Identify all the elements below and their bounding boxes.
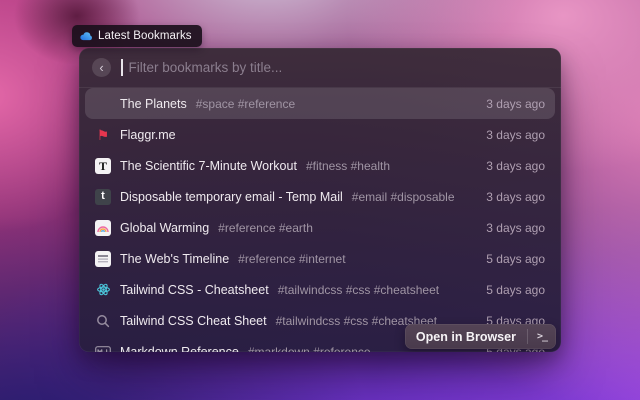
bookmark-age: 3 days ago [486, 220, 545, 235]
flag-icon: ⚑ [96, 126, 110, 143]
bookmark-title: Global Warming [120, 220, 210, 235]
chevron-left-icon: ‹ [99, 59, 104, 75]
bookmark-tags: #email #disposable [351, 189, 455, 204]
magnifier-icon [95, 313, 111, 329]
bookmark-tags: #tailwindcss #css #cheatsheet [277, 282, 440, 297]
bookmark-tags: #fitness #health [305, 158, 390, 173]
bookmark-title: The Web's Timeline [120, 251, 230, 266]
bookmark-title: The Scientific 7-Minute Workout [120, 158, 297, 173]
bookmark-title: Tailwind CSS Cheat Sheet [120, 313, 267, 328]
bookmark-title: Disposable temporary email - Temp Mail [120, 189, 343, 204]
bookmark-title: Tailwind CSS - Cheatsheet [120, 282, 269, 297]
bookmark-age: 3 days ago [486, 189, 545, 204]
text-caret [121, 59, 123, 76]
bookmark-tags: #space #reference [195, 96, 296, 111]
open-in-browser-button[interactable]: Open in Browser >_ [404, 324, 556, 349]
bookmark-title: Markdown Reference [120, 344, 239, 353]
atom-icon [95, 282, 111, 298]
nyt-favicon: T [95, 157, 111, 174]
bookmark-age: 3 days ago [486, 96, 545, 111]
list-item[interactable]: Tailwind CSS - Cheatsheet #tailwindcss #… [85, 274, 555, 305]
search-bar: ‹ [79, 48, 561, 88]
bookmark-tags: #reference #internet [238, 251, 346, 266]
bookmark-tags: #reference #earth [218, 220, 313, 235]
list-item[interactable]: The Web's Timeline #reference #internet … [85, 243, 555, 274]
bookmark-age: 5 days ago [486, 251, 545, 266]
favicon-placeholder [95, 96, 111, 112]
filter-input[interactable] [128, 60, 548, 75]
tempmail-favicon: t [95, 188, 111, 205]
window-title: Latest Bookmarks [98, 30, 192, 42]
open-in-browser-label: Open in Browser [415, 329, 516, 344]
bookmark-title: Flaggr.me [120, 127, 176, 142]
list-item[interactable]: T The Scientific 7-Minute Workout #fitne… [85, 150, 555, 181]
list-item[interactable]: ⚑ Flaggr.me 3 days ago [85, 119, 555, 150]
timeline-favicon [95, 250, 111, 267]
list-item[interactable]: Global Warming #reference #earth 3 days … [85, 212, 555, 243]
bookmark-list: The Planets #space #reference 3 days ago… [85, 88, 555, 352]
bookmarks-panel: ‹ The Planets #space #reference 3 days a… [79, 48, 561, 352]
cloud-icon [80, 32, 92, 41]
bookmark-tags: #markdown #reference [247, 344, 371, 353]
list-item[interactable]: t Disposable temporary email - Temp Mail… [85, 181, 555, 212]
markdown-icon [95, 344, 111, 352]
back-button[interactable]: ‹ [92, 58, 111, 77]
bookmark-age: 3 days ago [486, 158, 545, 173]
terminal-prompt-icon: >_ [536, 331, 548, 342]
window-title-pill: Latest Bookmarks [72, 25, 202, 47]
rainbow-favicon [95, 219, 111, 236]
list-item[interactable]: The Planets #space #reference 3 days ago [85, 88, 555, 119]
bookmark-age: 3 days ago [486, 127, 545, 142]
bookmark-title: The Planets [120, 96, 187, 111]
bookmark-age: 5 days ago [486, 282, 545, 297]
